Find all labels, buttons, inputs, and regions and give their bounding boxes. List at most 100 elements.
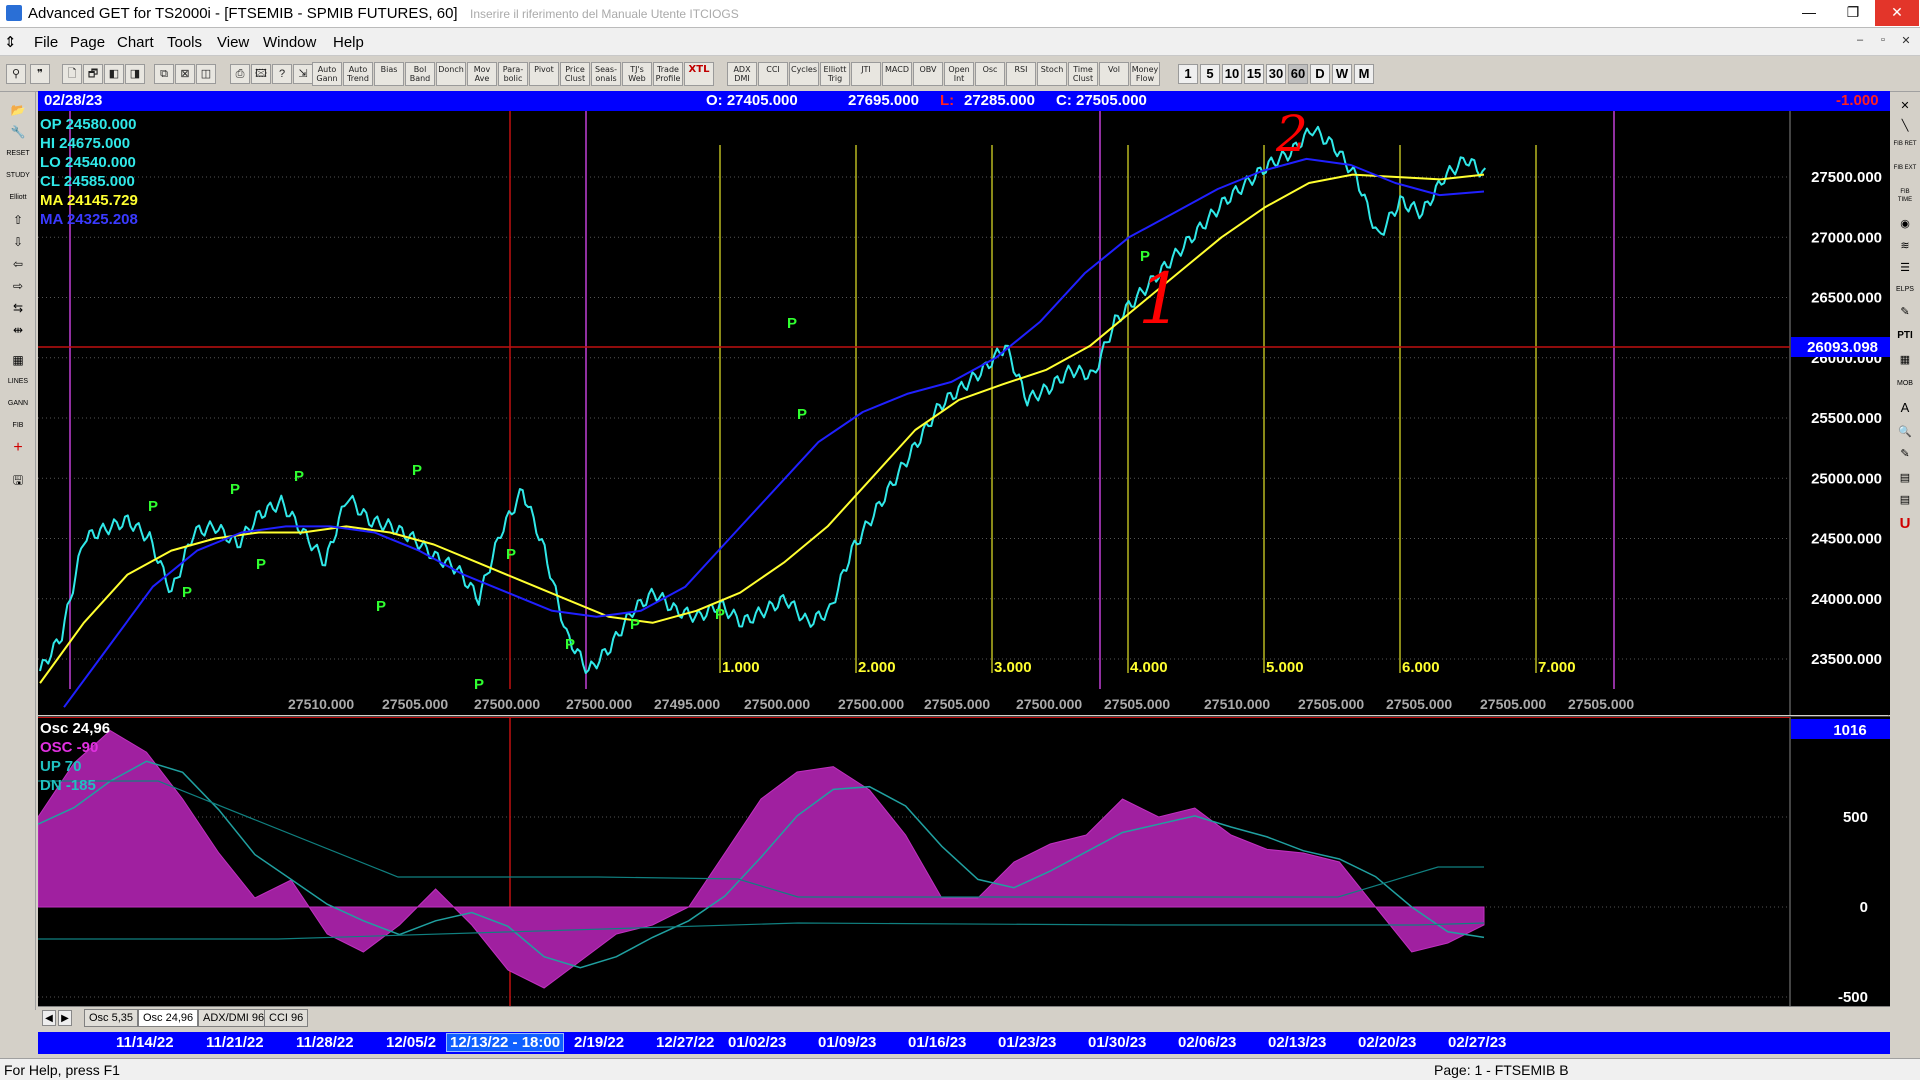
timeframe-10-button[interactable]: 10 xyxy=(1222,64,1242,84)
copy-chart-icon[interactable]: ⧉ xyxy=(154,64,174,84)
arrow-left-icon[interactable]: ⇦ xyxy=(5,254,31,274)
xtl-button[interactable]: XTL xyxy=(684,62,714,86)
timeframe-60-button[interactable]: 60 xyxy=(1288,64,1308,84)
timeframe-5-button[interactable]: 5 xyxy=(1200,64,1220,84)
menu-page[interactable]: Page xyxy=(70,34,105,51)
menu-view[interactable]: View xyxy=(217,34,249,51)
arrow-down-icon[interactable]: ⇩ xyxy=(5,232,31,252)
tab-osc-5-35[interactable]: Osc 5,35 xyxy=(84,1009,139,1027)
circle-tool-icon[interactable]: ◉ xyxy=(1893,214,1917,234)
ellipse-tool-button[interactable]: ELPS xyxy=(1893,280,1917,300)
close-button[interactable]: ✕ xyxy=(1875,0,1919,26)
expand-icon[interactable]: ⇹ xyxy=(5,320,31,340)
trendline-icon[interactable]: ╲ xyxy=(1893,116,1917,136)
parabolic-button[interactable]: Para-bolic xyxy=(498,62,528,86)
new-file-icon[interactable]: 🗋 xyxy=(62,64,82,84)
timeframe-daily-button[interactable]: D xyxy=(1310,64,1330,84)
crosshair-icon[interactable]: + xyxy=(5,438,31,458)
levels-tool-icon[interactable]: ☰ xyxy=(1893,258,1917,278)
quote-tool-icon[interactable]: ❞ xyxy=(30,64,50,84)
tab-osc-24-96[interactable]: Osc 24,96 xyxy=(138,1009,199,1027)
minimize-button[interactable]: — xyxy=(1787,0,1831,26)
text-tool-icon[interactable]: A xyxy=(1893,398,1917,418)
open-int-button[interactable]: Open Int xyxy=(944,62,974,86)
trade-profile-button[interactable]: Trade Profile xyxy=(653,62,683,86)
obv-button[interactable]: OBV xyxy=(913,62,943,86)
menu-window[interactable]: Window xyxy=(263,34,316,51)
mob-button[interactable]: MOB xyxy=(1893,374,1917,394)
price-chart[interactable]: 27500.000 27000.000 26500.000 26000.000 2550… xyxy=(38,111,1890,715)
print-icon[interactable]: ⎙ xyxy=(230,64,250,84)
pen-tool-icon[interactable]: ✎ xyxy=(1893,302,1917,322)
save-icon[interactable]: 🖫 xyxy=(5,470,31,490)
osc-button[interactable]: Osc xyxy=(975,62,1005,86)
delete-chart-icon[interactable]: ⊠ xyxy=(175,64,195,84)
maximize-button[interactable]: ❐ xyxy=(1831,0,1875,26)
mdi-minimize-button[interactable]: – xyxy=(1850,34,1870,52)
fib-ext-button[interactable]: FIB EXT xyxy=(1893,164,1917,184)
study-tool-button[interactable]: STUDY xyxy=(5,166,31,186)
open-file-icon[interactable]: 🗗 xyxy=(83,64,103,84)
auto-trend-button[interactable]: Auto Trend xyxy=(343,62,373,86)
marker-icon[interactable]: ✎ xyxy=(1893,444,1917,464)
jti-button[interactable]: JTI xyxy=(851,62,881,86)
cursor-tool-icon[interactable]: ⚲ xyxy=(6,64,26,84)
delete-drawing-icon[interactable]: ✕ xyxy=(1893,96,1917,116)
timeframe-monthly-button[interactable]: M xyxy=(1354,64,1374,84)
compress-icon[interactable]: ⇆ xyxy=(5,298,31,318)
elliott-trig-button[interactable]: Elliott Trig xyxy=(820,62,850,86)
timeframe-weekly-button[interactable]: W xyxy=(1332,64,1352,84)
reset-tool-button[interactable]: RESET xyxy=(5,144,31,164)
back-chart-icon[interactable]: ◧ xyxy=(104,64,124,84)
timeframe-15-button[interactable]: 15 xyxy=(1244,64,1264,84)
fib-time-button[interactable]: FIB TIME xyxy=(1893,188,1917,208)
money-flow-button[interactable]: Money Flow xyxy=(1130,62,1160,86)
adx-dmi-button[interactable]: ADX DMI xyxy=(727,62,757,86)
bias-button[interactable]: Bias xyxy=(374,62,404,86)
fib-ret-button[interactable]: FIB RET xyxy=(1893,140,1917,160)
grid-icon[interactable]: ▦ xyxy=(5,350,31,370)
fib-tool-button[interactable]: FIB xyxy=(5,416,31,436)
seasonals-button[interactable]: Seas-onals xyxy=(591,62,621,86)
menu-doc-icon[interactable]: ⇕ xyxy=(4,33,17,51)
tile-chart-icon[interactable]: ◫ xyxy=(196,64,216,84)
context-help-icon[interactable]: ⇲ xyxy=(293,64,313,84)
pti-button[interactable]: PTI xyxy=(1893,326,1917,346)
list-icon[interactable]: ▤ xyxy=(1893,468,1917,488)
mdi-restore-button[interactable]: ▫ xyxy=(1873,34,1893,52)
report-icon[interactable]: ▤ xyxy=(1893,490,1917,510)
mov-ave-button[interactable]: Mov Ave xyxy=(467,62,497,86)
cci-button[interactable]: CCI xyxy=(758,62,788,86)
magnet-icon[interactable]: U xyxy=(1893,514,1917,534)
elliott-tool-button[interactable]: Elliott xyxy=(5,188,31,208)
timeframe-1-button[interactable]: 1 xyxy=(1178,64,1198,84)
help-question-icon[interactable]: ? xyxy=(272,64,292,84)
mdi-close-button[interactable]: ✕ xyxy=(1896,34,1916,52)
tj-web-button[interactable]: TJ's Web xyxy=(622,62,652,86)
channel-tool-icon[interactable]: ≋ xyxy=(1893,236,1917,256)
time-clust-button[interactable]: Time Clust xyxy=(1068,62,1098,86)
menu-chart[interactable]: Chart xyxy=(117,34,154,51)
open-folder-icon[interactable]: 📂 xyxy=(5,100,31,120)
arrow-right-icon[interactable]: ⇨ xyxy=(5,276,31,296)
stoch-button[interactable]: Stoch xyxy=(1037,62,1067,86)
oscillator-panel[interactable]: 1016 500 0 -500 Osc 24,96 OSC -90 UP 70 DN -185 xyxy=(38,716,1890,1007)
tab-adx-dmi-96[interactable]: ADX/DMI 96 xyxy=(198,1009,270,1027)
arrow-up-icon[interactable]: ⇧ xyxy=(5,210,31,230)
table-tool-icon[interactable]: ▦ xyxy=(1893,350,1917,370)
print-preview-icon[interactable]: 🖾 xyxy=(251,64,271,84)
tab-prev-button[interactable]: ◀ xyxy=(42,1010,56,1026)
menu-tools[interactable]: Tools xyxy=(167,34,202,51)
forward-chart-icon[interactable]: ◨ xyxy=(125,64,145,84)
bol-band-button[interactable]: Bol Band xyxy=(405,62,435,86)
macd-button[interactable]: MACD xyxy=(882,62,912,86)
zoom-icon[interactable]: 🔍 xyxy=(1893,422,1917,442)
timeframe-30-button[interactable]: 30 xyxy=(1266,64,1286,84)
tab-cci-96[interactable]: CCI 96 xyxy=(264,1009,309,1027)
donch-button[interactable]: Donch xyxy=(436,62,466,86)
vol-button[interactable]: Vol xyxy=(1099,62,1129,86)
price-clust-button[interactable]: Price Clust xyxy=(560,62,590,86)
cycles-button[interactable]: Cycles xyxy=(789,62,819,86)
tab-next-button[interactable]: ▶ xyxy=(58,1010,72,1026)
auto-gann-button[interactable]: Auto Gann xyxy=(312,62,342,86)
